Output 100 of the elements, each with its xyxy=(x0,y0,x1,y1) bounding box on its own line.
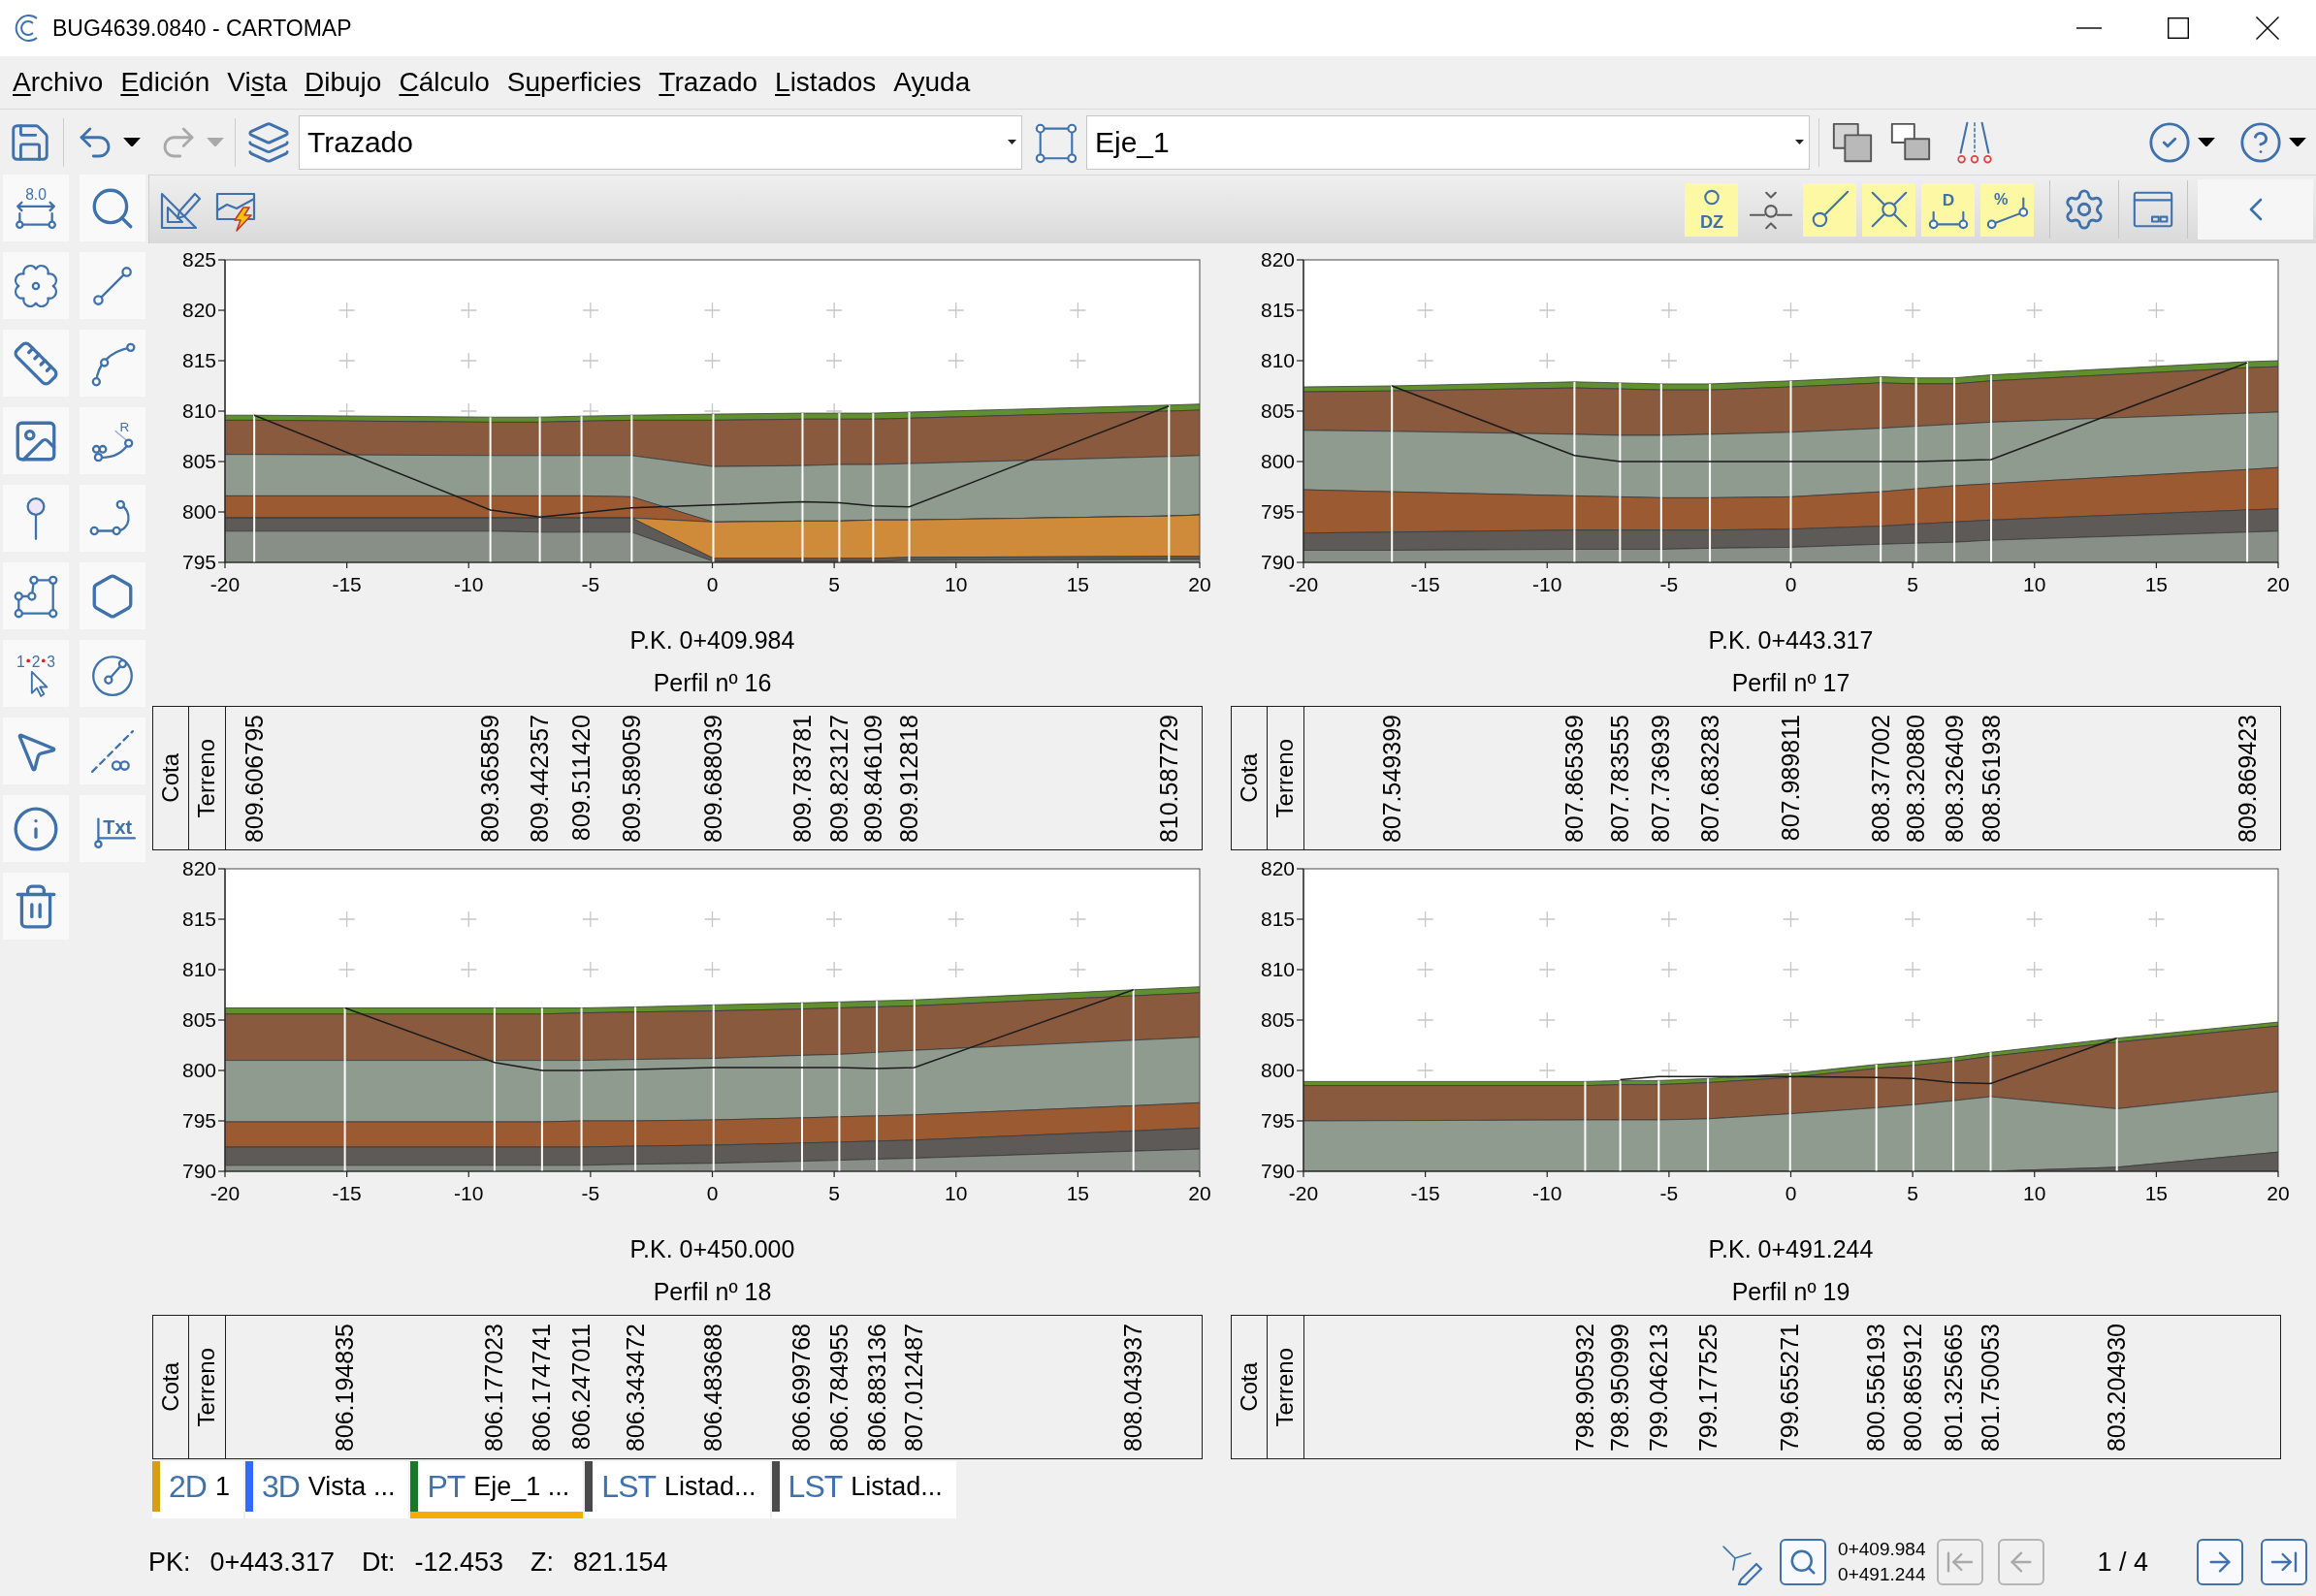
next-page-button[interactable] xyxy=(2197,1539,2243,1585)
document-tab[interactable]: PT Eje_1 ... xyxy=(410,1461,584,1518)
document-tab[interactable]: LST Listad... xyxy=(585,1461,770,1518)
x-axis-label: -10 xyxy=(454,573,484,595)
y-axis-label: 810 xyxy=(1260,958,1295,980)
document-tab[interactable]: 3D Vista ... xyxy=(244,1461,409,1518)
x-axis-label: -20 xyxy=(1288,1182,1319,1204)
menu-item[interactable]: Cálculo xyxy=(390,65,499,100)
y-axis-label: 795 xyxy=(1260,1109,1295,1132)
x-axis-label: 10 xyxy=(2023,1182,2046,1204)
numbering-tool-button[interactable]: 1 2 3 xyxy=(3,640,69,707)
infinite-line-tool-button[interactable] xyxy=(80,718,145,784)
table-row-header: Terreno xyxy=(194,1347,220,1427)
dropdown-caret-icon xyxy=(1008,140,1016,144)
y-axis-label: 790 xyxy=(181,1160,216,1182)
grid-cross xyxy=(460,352,477,369)
curve-tool-button[interactable] xyxy=(80,485,145,552)
circle-tool-button[interactable] xyxy=(80,640,145,707)
table-value: 808.320880 xyxy=(1903,715,1929,844)
grid-cross xyxy=(2147,961,2166,978)
tangent-toggle-button[interactable] xyxy=(1803,182,1856,237)
x-axis-label: 20 xyxy=(1188,573,1211,595)
y-axis-label: 800 xyxy=(181,1059,216,1081)
grid-cross xyxy=(1538,1011,1556,1029)
y-axis-label: 790 xyxy=(1260,551,1295,573)
last-page-button[interactable] xyxy=(2261,1539,2307,1585)
grid-cross xyxy=(1069,302,1087,319)
x-axis-label: -10 xyxy=(1532,1182,1562,1204)
x-axis-label: -10 xyxy=(1532,573,1562,595)
polyline-tool-button[interactable] xyxy=(3,562,69,629)
menu-item[interactable]: Dibujo xyxy=(296,65,391,100)
menu-item[interactable]: Superficies xyxy=(498,65,651,100)
y-axis-label: 810 xyxy=(181,958,216,980)
layers-icon xyxy=(246,119,291,165)
document-tab[interactable]: LST Listad... xyxy=(771,1461,956,1518)
info-tool-button[interactable] xyxy=(3,795,69,862)
grid-cross xyxy=(1417,910,1434,928)
grid-cross xyxy=(1904,1011,1921,1029)
grid-cross xyxy=(1660,302,1678,319)
table-value: 806.784955 xyxy=(825,1324,852,1452)
table-value: 807.783555 xyxy=(1606,715,1632,844)
profile-title: Perfil nº 16 xyxy=(653,668,772,697)
grid-cross xyxy=(1417,961,1434,978)
grid-cross xyxy=(1904,302,1921,319)
table-value: 799.046213 xyxy=(1645,1324,1671,1452)
grid-cross xyxy=(825,910,843,928)
point-tool-button[interactable] xyxy=(3,485,69,552)
maximize-icon xyxy=(2168,17,2189,39)
x-axis-label: 20 xyxy=(2267,1182,2290,1204)
dropdown-caret-icon xyxy=(1795,140,1804,144)
menu-item[interactable]: Vista xyxy=(218,65,296,100)
region-tool-button[interactable] xyxy=(3,252,69,319)
menu-item[interactable]: Listados xyxy=(766,65,885,100)
text-tool-button[interactable]: Txt xyxy=(80,795,145,862)
table-value: 799.177525 xyxy=(1694,1324,1721,1452)
menu-item[interactable]: Trazado xyxy=(650,65,767,100)
station-text: 0+409.984 xyxy=(1838,1538,1926,1562)
x-axis-label: 15 xyxy=(2144,573,2169,595)
document-tab[interactable]: 2D 1 xyxy=(152,1461,243,1518)
line-tool-button[interactable] xyxy=(80,252,145,319)
grid-cross xyxy=(1538,961,1556,978)
polygon-tool-button[interactable] xyxy=(80,562,145,629)
cross-toggle-button[interactable] xyxy=(1862,182,1915,237)
status-value: 0+443.317 xyxy=(209,1547,335,1578)
layer-dropdown[interactable]: Trazado xyxy=(299,114,1022,170)
arc-tool-button[interactable] xyxy=(80,330,145,397)
table-value: 809.912818 xyxy=(895,715,922,844)
zoom-button[interactable] xyxy=(1780,1539,1827,1585)
grid-cross xyxy=(338,961,356,978)
grid-cross xyxy=(1538,910,1556,928)
menu-item[interactable]: Edición xyxy=(112,65,219,100)
menu-item[interactable]: Archivo xyxy=(4,65,113,100)
table-value: 806.194835 xyxy=(332,1324,358,1452)
y-axis-label: 815 xyxy=(181,908,216,930)
grid-cross xyxy=(1069,352,1087,369)
grid-cross xyxy=(1069,910,1087,928)
y-axis-label: 805 xyxy=(1260,399,1295,422)
grid-cross xyxy=(460,961,477,978)
profile-title: Perfil nº 18 xyxy=(653,1277,772,1306)
x-axis-label: 0 xyxy=(1785,1182,1797,1204)
image-tool-button[interactable] xyxy=(3,407,69,474)
minimize-icon xyxy=(2076,27,2102,29)
zoom-tool-button[interactable] xyxy=(80,175,145,241)
delete-tool-button[interactable] xyxy=(3,873,69,940)
menu-item[interactable]: Ayuda xyxy=(885,65,980,100)
table-row-header: Cota xyxy=(1236,1362,1263,1412)
x-axis-label: 15 xyxy=(1066,573,1090,595)
y-axis-label: 810 xyxy=(1260,349,1295,371)
grid-cross xyxy=(582,961,599,978)
measure-tool-button[interactable] xyxy=(3,330,69,397)
table-value: 806.699768 xyxy=(788,1324,815,1452)
axis-dropdown[interactable]: Eje_1 xyxy=(1086,114,1810,170)
grid-cross xyxy=(1660,961,1678,978)
curve-radius-tool-button[interactable]: R xyxy=(80,407,145,474)
table-value: 807.012487 xyxy=(901,1324,927,1452)
select-tool-button[interactable] xyxy=(3,718,69,784)
status-label: PK: xyxy=(148,1547,191,1578)
dimension-tool-button[interactable]: 8.0 xyxy=(3,175,69,241)
x-axis-label: 0 xyxy=(1785,573,1797,595)
grid-cross xyxy=(2026,1011,2043,1029)
